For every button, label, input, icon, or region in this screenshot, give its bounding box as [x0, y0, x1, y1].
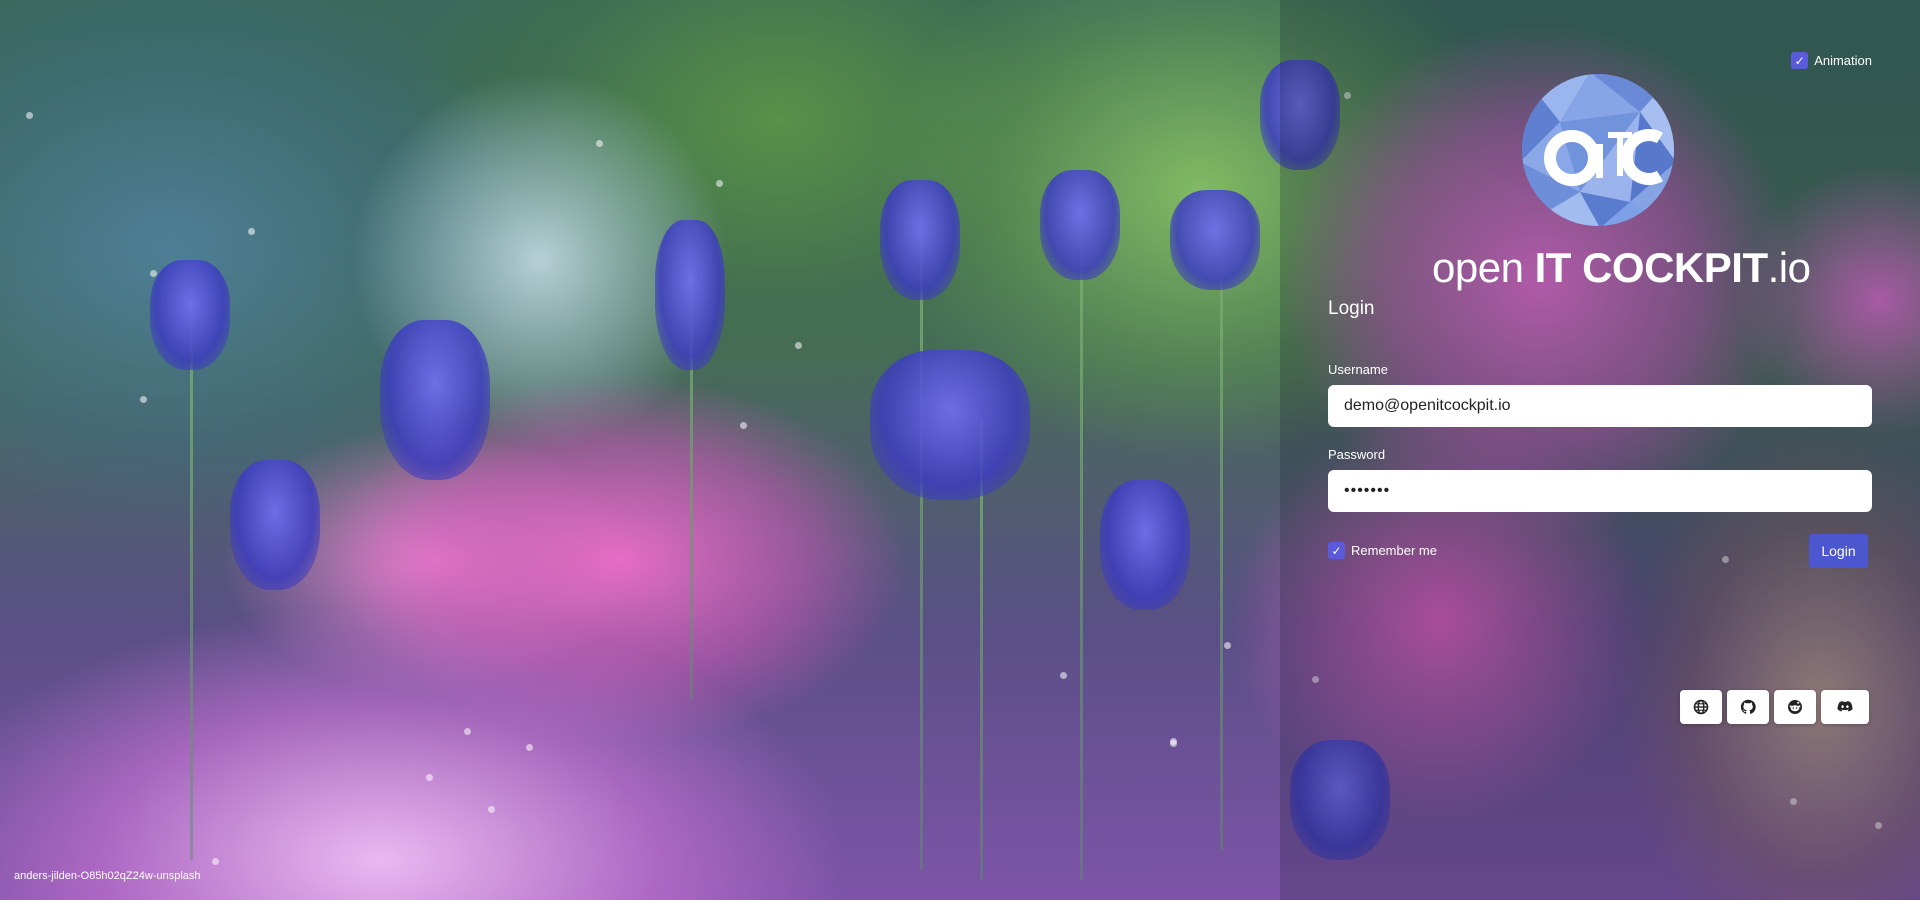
particle [426, 774, 433, 781]
username-input[interactable] [1328, 385, 1872, 427]
form-actions: ✓ Remember me Login [1328, 534, 1872, 574]
lavender-flower [230, 460, 320, 590]
reddit-link[interactable] [1774, 690, 1816, 724]
login-button[interactable]: Login [1809, 534, 1868, 568]
brand-wordmark: open IT COCKPIT.io [1432, 244, 1811, 292]
lavender-flower [1170, 190, 1260, 290]
animation-toggle[interactable]: ✓ Animation [1791, 52, 1872, 69]
remember-me-checkbox[interactable]: ✓ Remember me [1328, 542, 1437, 559]
lavender-flower [655, 220, 725, 370]
password-input[interactable] [1328, 470, 1872, 512]
login-form: Login Username Password ✓ Remember me Lo… [1328, 298, 1872, 574]
brand-name: IT COCKPIT [1534, 244, 1769, 291]
flower-stem [1080, 220, 1083, 880]
discord-link[interactable] [1821, 690, 1869, 724]
remember-me-label: Remember me [1351, 543, 1437, 558]
particle [1170, 740, 1177, 747]
github-link[interactable] [1727, 690, 1769, 724]
check-icon[interactable]: ✓ [1791, 52, 1809, 69]
lavender-flower [1040, 170, 1120, 280]
background-credit: anders-jilden-O85h02qZ24w-unsplash [14, 870, 201, 882]
particle [795, 342, 802, 349]
lavender-flower [1100, 480, 1190, 610]
particle [1060, 672, 1067, 679]
flower-stem [190, 300, 193, 860]
openitcockpit-logo [1520, 72, 1676, 228]
password-label: Password [1328, 447, 1386, 462]
flower-stem [1220, 250, 1223, 850]
particle [150, 270, 157, 277]
username-label: Username [1328, 362, 1388, 377]
lavender-flower [870, 350, 1030, 500]
flower-stem [920, 230, 923, 870]
particle [716, 180, 723, 187]
particle [212, 858, 219, 865]
lavender-flower [150, 260, 230, 370]
brand-suffix: .io [1767, 244, 1811, 291]
logo-icon [1522, 74, 1674, 226]
reddit-icon [1788, 700, 1802, 714]
particle [26, 112, 33, 119]
brand-prefix: open [1432, 244, 1524, 291]
github-icon [1740, 699, 1756, 714]
website-link[interactable] [1680, 690, 1722, 724]
particle [526, 744, 533, 751]
particle [596, 140, 603, 147]
particle [140, 396, 147, 403]
globe-icon [1693, 699, 1709, 715]
particle [248, 228, 255, 235]
lavender-flower [380, 320, 490, 480]
particle [1224, 642, 1231, 649]
social-links [1680, 690, 1869, 724]
particle [464, 728, 471, 735]
check-icon[interactable]: ✓ [1328, 542, 1345, 559]
login-title: Login [1328, 298, 1375, 319]
discord-icon [1837, 701, 1853, 712]
particle [488, 806, 495, 813]
particle [740, 422, 747, 429]
lavender-flower [880, 180, 960, 300]
animation-toggle-label: Animation [1814, 53, 1872, 68]
